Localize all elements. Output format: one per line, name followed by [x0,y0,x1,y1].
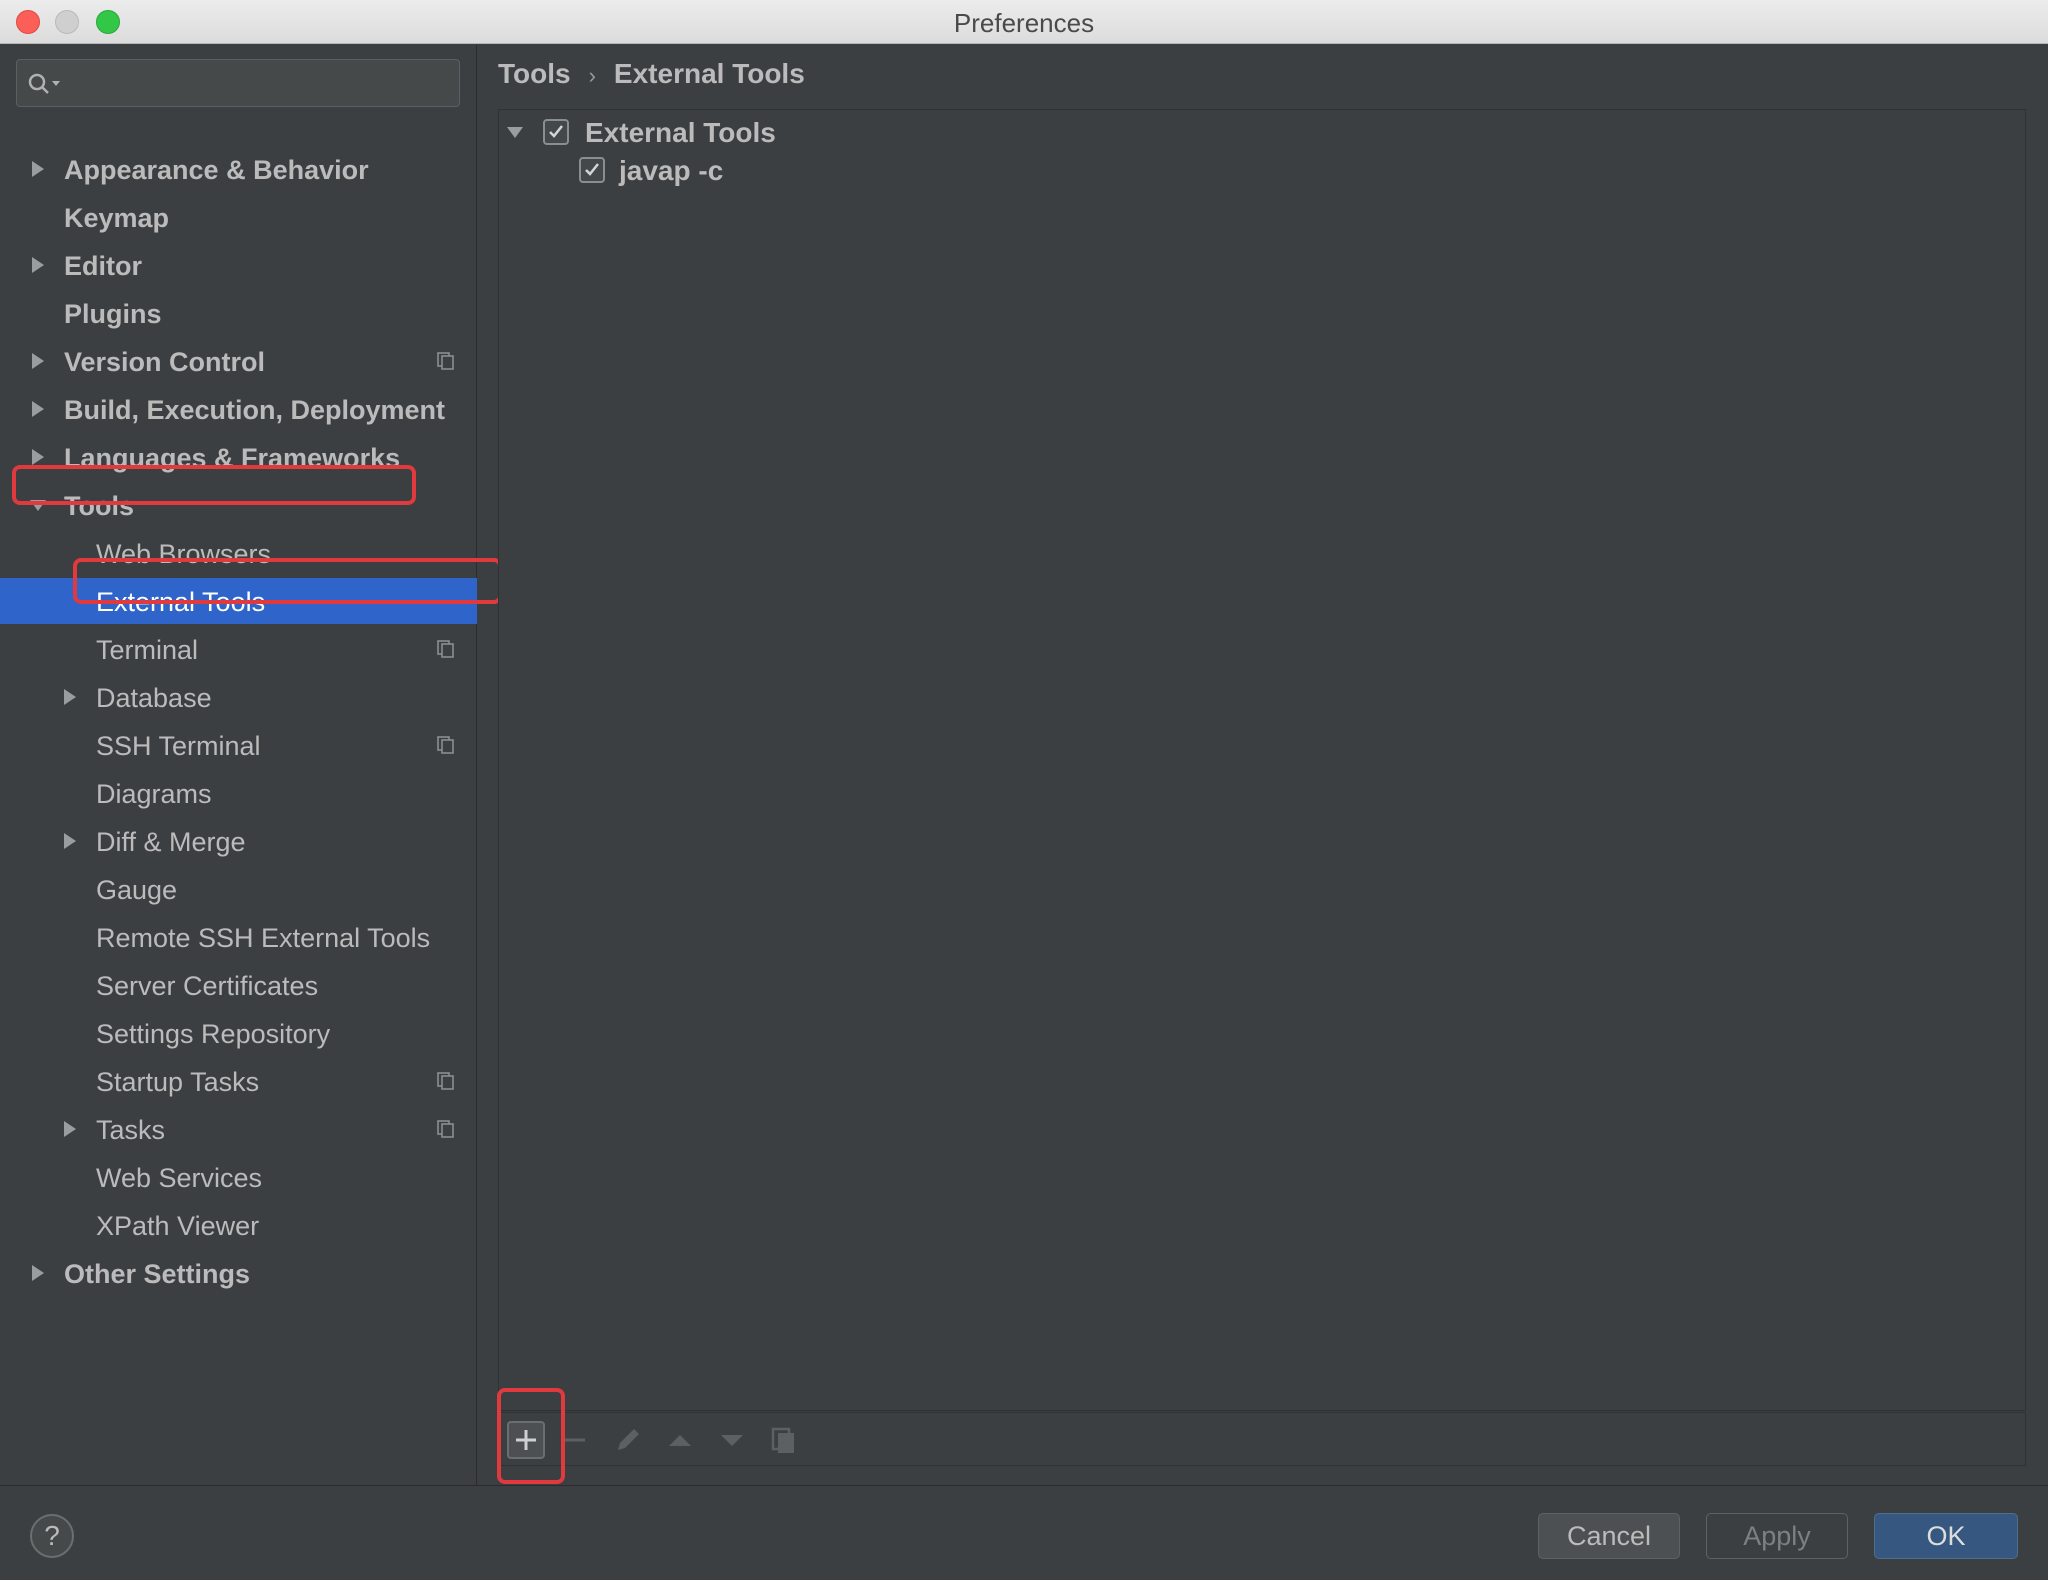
dialog-footer: ? Cancel Apply OK [0,1485,2048,1580]
sidebar-item-label: Tasks [96,1115,166,1145]
search-input[interactable] [16,59,460,107]
move-up-button[interactable] [661,1421,699,1459]
external-tools-highlight-box [73,558,502,604]
sidebar-item-settings-repository[interactable]: Settings Repository [0,1010,477,1056]
sidebar-item-label: Terminal [96,635,199,665]
sidebar-item-label: Version Control [64,347,266,377]
sidebar-item-label: Diagrams [96,779,212,809]
chevron-right-icon[interactable] [28,159,48,179]
external-tools-tree: External Tools javap -c [498,109,2026,1411]
cancel-button[interactable]: Cancel [1538,1513,1680,1559]
sidebar-item-database[interactable]: Database [0,674,477,720]
tree-toolbar [498,1412,2026,1466]
sidebar-item-web-services[interactable]: Web Services [0,1154,477,1200]
chevron-right-icon[interactable] [60,831,80,851]
pencil-icon [618,1429,639,1450]
tree-group-row[interactable]: External Tools [505,114,1105,150]
arrow-down-icon [721,1435,743,1446]
sidebar-item-label: Startup Tasks [96,1067,260,1097]
sidebar-item-label: Build, Execution, Deployment [64,395,446,425]
project-settings-icon [437,736,454,754]
external-tools-checkbox[interactable] [543,119,569,145]
edit-button[interactable] [609,1421,647,1459]
checkmark-icon [549,125,563,138]
ok-button[interactable]: OK [1874,1513,2018,1559]
chevron-right-icon[interactable] [60,1119,80,1139]
title-bar: Preferences [0,0,2048,44]
sidebar-item-ssh-terminal[interactable]: SSH Terminal [0,722,477,768]
copy-icon [771,1427,794,1453]
project-settings-icon [437,1120,454,1138]
tools-highlight-box [12,465,416,505]
sidebar-item-label: Gauge [96,875,178,905]
settings-sidebar: Appearance & Behavior Keymap Editor Plugins… [0,45,502,1485]
sidebar-item-build-execution-deployment[interactable]: Build, Execution, Deployment [0,386,477,432]
sidebar-item-label: Server Certificates [96,971,319,1001]
javap-checkbox[interactable] [579,157,605,183]
search-icon [28,73,60,94]
breadcrumb-current: External Tools [613,58,805,89]
project-settings-icon [437,640,454,658]
chevron-right-icon[interactable] [28,255,48,275]
copy-button[interactable] [765,1421,803,1459]
sidebar-item-remote-ssh-external-tools[interactable]: Remote SSH External Tools [0,914,477,960]
add-button-highlight-box [497,1388,565,1484]
apply-button[interactable]: Apply [1706,1513,1848,1559]
sidebar-item-server-certificates[interactable]: Server Certificates [0,962,477,1008]
breadcrumb-separator: › [588,63,596,88]
sidebar-item-plugins[interactable]: Plugins [0,290,477,336]
sidebar-item-label: Diff & Merge [96,827,246,857]
project-settings-icon [437,1072,454,1090]
breadcrumb: Tools › External Tools [498,58,805,90]
sidebar-item-label: Remote SSH External Tools [96,923,431,953]
sidebar-item-xpath-viewer[interactable]: XPath Viewer [0,1202,477,1248]
chevron-right-icon[interactable] [28,351,48,371]
tree-item-row[interactable]: javap -c [505,152,1105,188]
sidebar-item-other-settings[interactable]: Other Settings [0,1250,477,1296]
sidebar-item-gauge[interactable]: Gauge [0,866,477,912]
move-down-button[interactable] [713,1421,751,1459]
window-title: Preferences [953,8,1095,38]
sidebar-item-editor[interactable]: Editor [0,242,477,288]
sidebar-item-label: Database [96,683,212,713]
chevron-right-icon[interactable] [28,447,48,467]
sidebar-item-label: Plugins [64,299,162,329]
sidebar-item-label: Editor [64,251,142,281]
sidebar-item-diagrams[interactable]: Diagrams [0,770,477,816]
tree-item-label: javap -c [619,155,724,186]
project-settings-icon [437,352,454,370]
sidebar-item-label: Appearance & Behavior [64,155,369,185]
sidebar-item-label: Other Settings [64,1259,251,1289]
sidebar-item-label: Settings Repository [96,1019,331,1049]
sidebar-item-terminal[interactable]: Terminal [0,626,477,672]
checkmark-icon [585,163,599,176]
help-button[interactable]: ? [30,1514,74,1558]
chevron-right-icon[interactable] [60,687,80,707]
arrow-up-icon [669,1435,691,1446]
chevron-right-icon[interactable] [28,1263,48,1283]
sidebar-item-appearance-behavior[interactable]: Appearance & Behavior [0,146,477,192]
expand-arrow-icon[interactable] [505,122,525,142]
sidebar-item-label: Keymap [64,203,170,233]
chevron-right-icon[interactable] [28,399,48,419]
sidebar-item-version-control[interactable]: Version Control [0,338,477,384]
tree-group-label: External Tools [585,117,776,148]
sidebar-item-tasks[interactable]: Tasks [0,1106,477,1152]
sidebar-item-label: SSH Terminal [96,731,261,761]
sidebar-item-diff-merge[interactable]: Diff & Merge [0,818,477,864]
sidebar-item-label: Web Services [96,1163,263,1193]
breadcrumb-parent[interactable]: Tools [498,58,571,89]
sidebar-item-startup-tasks[interactable]: Startup Tasks [0,1058,477,1104]
sidebar-item-keymap[interactable]: Keymap [0,194,477,240]
sidebar-item-label: XPath Viewer [96,1211,260,1241]
